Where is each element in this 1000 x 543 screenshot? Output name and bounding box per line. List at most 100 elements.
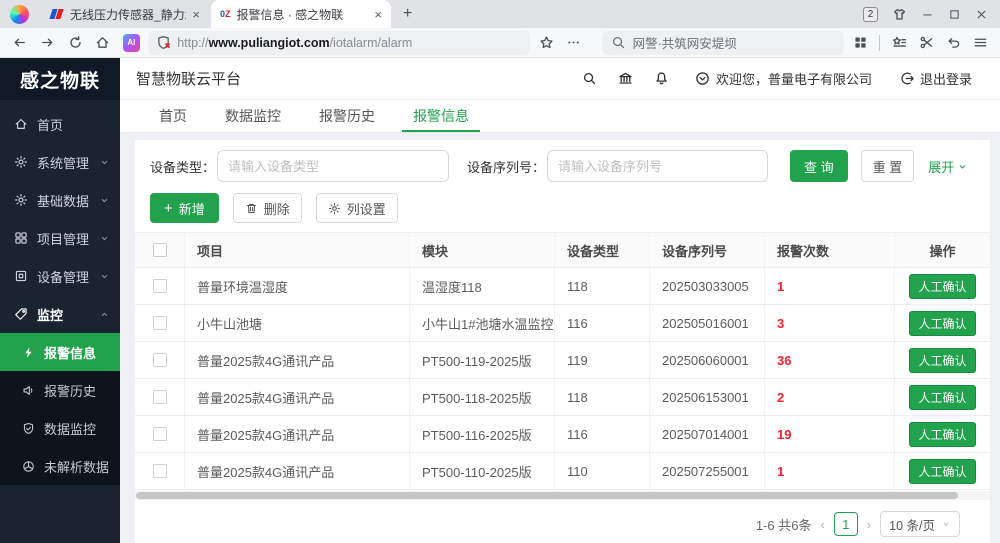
sidebar-item-4[interactable]: 设备管理 — [0, 257, 120, 295]
browser-tab-2[interactable]: 0Z 报警信息 · 感之物联 × — [211, 0, 391, 28]
reload-icon[interactable] — [63, 31, 87, 55]
nav-tab-0[interactable]: 首页 — [140, 100, 206, 132]
cell-alarm-count: 3 — [765, 305, 895, 341]
next-page-icon[interactable]: › — [867, 517, 871, 532]
add-button[interactable]: +新增 — [150, 193, 219, 223]
cell-module: 温湿度118 — [410, 268, 555, 304]
row-checkbox[interactable] — [153, 464, 167, 478]
url-field[interactable]: http://www.puliangiot.com/iotalarm/alarm — [148, 31, 530, 55]
delete-button[interactable]: 删除 — [233, 193, 302, 223]
cell-device-type: 110 — [555, 453, 650, 489]
row-checkbox[interactable] — [153, 316, 167, 330]
table-row: 普量环境温湿度温湿度1181182025030330051人工确认 — [135, 268, 990, 305]
chevron-down-icon — [941, 519, 951, 529]
cell-project: 普量2025款4G通讯产品 — [185, 342, 410, 378]
sidebar-item-5[interactable]: 监控 — [0, 295, 120, 333]
welcome-user[interactable]: 欢迎您，普量电子有限公司 — [695, 69, 872, 88]
more-options-icon[interactable] — [562, 31, 586, 55]
chevron-down-icon — [99, 271, 110, 282]
confirm-button[interactable]: 人工确认 — [909, 459, 975, 484]
logout-button[interactable]: 退出登录 — [900, 69, 972, 88]
page-title: 智慧物联云平台 — [136, 68, 241, 89]
undo-history-icon[interactable] — [941, 31, 965, 55]
sidebar-subitem-0[interactable]: 报警信息 — [0, 333, 120, 371]
shirt-extension-icon[interactable] — [892, 7, 907, 22]
reset-button[interactable]: 重 置 — [861, 150, 915, 182]
apps-grid-icon[interactable] — [848, 31, 872, 55]
bookmarks-menu-icon[interactable] — [887, 31, 911, 55]
window-maximize-button[interactable] — [948, 8, 961, 21]
row-checkbox[interactable] — [153, 427, 167, 441]
firefox-logo-icon[interactable] — [10, 5, 29, 24]
forward-icon[interactable] — [36, 31, 60, 55]
window-minimize-button[interactable] — [921, 8, 934, 21]
chevron-down-icon — [99, 157, 110, 168]
confirm-button[interactable]: 人工确认 — [909, 311, 975, 336]
ai-extension-icon[interactable]: AI — [123, 34, 141, 52]
sidebar-item-1[interactable]: 系统管理 — [0, 143, 120, 181]
nav-tab-1[interactable]: 数据监控 — [206, 100, 300, 132]
sidebar-item-3[interactable]: 项目管理 — [0, 219, 120, 257]
device-icon — [14, 269, 28, 283]
current-page-button[interactable]: 1 — [834, 512, 858, 536]
window-close-button[interactable] — [975, 8, 988, 21]
bell-icon[interactable] — [649, 71, 675, 86]
row-checkbox[interactable] — [153, 390, 167, 404]
cell-module: PT500-118-2025版 — [410, 379, 555, 415]
menu-hamburger-icon[interactable] — [968, 31, 992, 55]
prev-page-icon[interactable]: ‹ — [820, 517, 824, 532]
browser-tab-1[interactable]: 无线压力传感器_静力水准仪_ × — [41, 0, 209, 28]
select-all-checkbox[interactable] — [153, 243, 167, 257]
scrollbar-thumb[interactable] — [136, 492, 958, 499]
column-settings-button[interactable]: 列设置 — [316, 193, 398, 223]
tab-count-badge[interactable]: 2 — [863, 7, 878, 22]
cell-module: PT500-116-2025版 — [410, 416, 555, 452]
row-checkbox[interactable] — [153, 353, 167, 367]
new-tab-button[interactable]: + — [403, 5, 412, 23]
bank-icon[interactable] — [613, 71, 639, 86]
gear-icon — [14, 155, 28, 169]
tab-close-icon[interactable]: × — [192, 7, 200, 22]
chevron-up-icon — [99, 309, 110, 320]
column-header: 操作 — [895, 233, 990, 267]
lightning-icon — [22, 346, 35, 359]
confirm-button[interactable]: 人工确认 — [909, 348, 975, 373]
cell-alarm-count: 19 — [765, 416, 895, 452]
home-icon[interactable] — [91, 31, 115, 55]
chevron-down-icon — [957, 161, 968, 172]
sidebar-subitem-2[interactable]: 数据监控 — [0, 409, 120, 447]
search-text: 网警·共筑网安堤坝 — [633, 33, 737, 52]
sidebar-item-2[interactable]: 基础数据 — [0, 181, 120, 219]
column-header: 设备序列号 — [650, 233, 765, 267]
page-size-select[interactable]: 10 条/页 — [880, 511, 960, 537]
device-type-input[interactable] — [217, 150, 449, 182]
nav-tab-2[interactable]: 报警历史 — [300, 100, 394, 132]
back-icon[interactable] — [8, 31, 32, 55]
confirm-button[interactable]: 人工确认 — [909, 422, 975, 447]
sidebar-subitem-3[interactable]: 未解析数据 — [0, 447, 120, 485]
shield-blocked-icon[interactable] — [156, 35, 171, 50]
cell-alarm-count: 2 — [765, 379, 895, 415]
confirm-button[interactable]: 人工确认 — [909, 385, 975, 410]
browser-search-box[interactable]: 网警·共筑网安堤坝 — [602, 31, 844, 55]
app-header: 智慧物联云平台 欢迎您，普量电子有限公司 退出登录 — [120, 58, 1000, 100]
logout-icon — [900, 71, 915, 86]
nav-tab-3[interactable]: 报警信息 — [394, 100, 488, 132]
serial-input[interactable] — [547, 150, 768, 182]
sidebar-menu: 首页系统管理基础数据项目管理设备管理监控 — [0, 100, 120, 333]
screen: 无线压力传感器_静力水准仪_ × 0Z 报警信息 · 感之物联 × + 2 AI… — [0, 0, 1000, 543]
tab-close-icon[interactable]: × — [374, 7, 382, 22]
confirm-button[interactable]: 人工确认 — [909, 274, 975, 299]
screenshot-scissors-icon[interactable] — [914, 31, 938, 55]
header-search-icon[interactable] — [577, 71, 603, 86]
sidebar-subitem-1[interactable]: 报警历史 — [0, 371, 120, 409]
cell-project: 小牛山池塘 — [185, 305, 410, 341]
search-button[interactable]: 查 询 — [790, 150, 848, 182]
sidebar-item-0[interactable]: 首页 — [0, 105, 120, 143]
expand-link[interactable]: 展开 — [928, 157, 968, 176]
row-checkbox[interactable] — [153, 279, 167, 293]
tag-icon — [14, 307, 28, 321]
url-text: http://www.puliangiot.com/iotalarm/alarm — [177, 36, 412, 50]
bookmark-star-icon[interactable] — [534, 31, 558, 55]
cell-alarm-count: 1 — [765, 453, 895, 489]
